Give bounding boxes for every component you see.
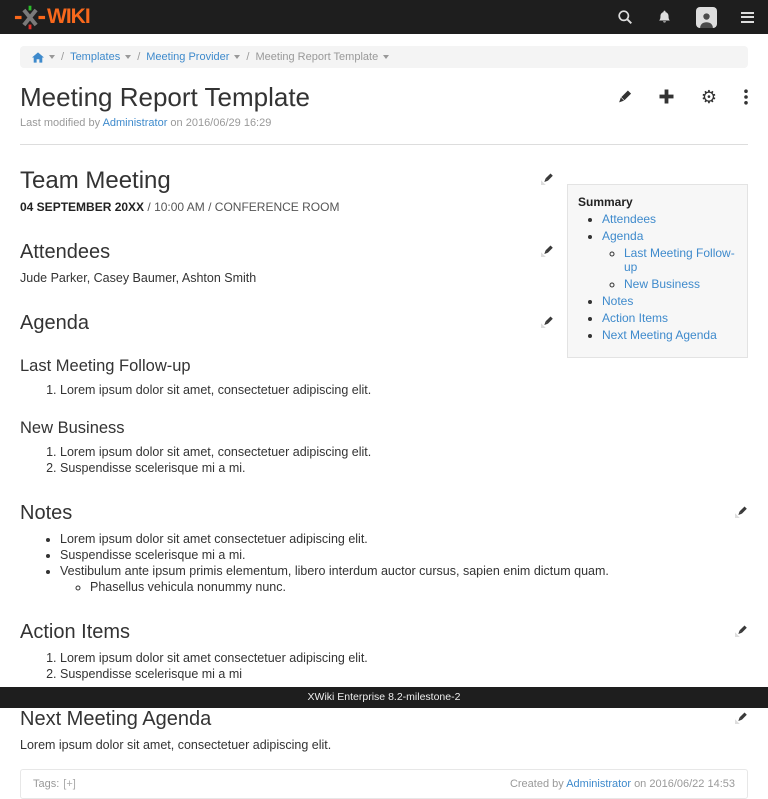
list-item: Suspendisse scelerisque mi a mi: [60, 667, 748, 681]
header-divider: [20, 144, 748, 145]
bell-icon[interactable]: [657, 9, 672, 25]
list-item: Suspendisse scelerisque mi a mi.: [60, 548, 748, 562]
breadcrumb-item-meeting-provider[interactable]: Meeting Provider: [146, 51, 229, 63]
summary-title: Summary: [578, 195, 737, 209]
more-actions-icon[interactable]: [744, 89, 748, 105]
xwiki-logo-text: WIKI: [47, 5, 90, 29]
toc-link-next-meeting[interactable]: Next Meeting Agenda: [602, 328, 717, 342]
version-footer: XWiki Enterprise 8.2-milestone-2: [0, 687, 768, 708]
toc-link-new-business[interactable]: New Business: [624, 277, 700, 291]
section-edit-pencil-icon[interactable]: [541, 244, 554, 262]
search-icon[interactable]: [617, 9, 633, 25]
doc-info-bar: Tags: [+] Created by Administrator on 20…: [20, 769, 748, 799]
heading-action-items: Action Items: [20, 621, 130, 644]
gear-icon[interactable]: ⚙: [701, 88, 717, 106]
list-item: Lorem ipsum dolor sit amet, consectetuer…: [60, 383, 748, 397]
section-edit-pencil-icon[interactable]: [735, 711, 748, 729]
xwiki-logo-x-icon: [14, 5, 46, 30]
heading-follow-up: Last Meeting Follow-up: [20, 357, 191, 376]
toc-link-action-items[interactable]: Action Items: [602, 311, 668, 325]
toc-link-notes[interactable]: Notes: [602, 294, 633, 308]
section-edit-pencil-icon[interactable]: [541, 172, 554, 190]
heading-new-business: New Business: [20, 419, 125, 438]
breadcrumb-item-current: Meeting Report Template: [255, 51, 378, 63]
avatar[interactable]: [696, 7, 717, 28]
created-line: Created by Administrator on 2016/06/22 1…: [510, 778, 735, 790]
toc-link-follow-up[interactable]: Last Meeting Follow-up: [624, 246, 735, 274]
heading-notes: Notes: [20, 502, 72, 525]
list-item: Phasellus vehicula nonummy nunc.: [90, 580, 748, 594]
modified-by-user-link[interactable]: Administrator: [103, 117, 168, 129]
page-title: Meeting Report Template: [20, 82, 310, 113]
list-item: Attendees: [602, 212, 737, 226]
summary-box: Summary Attendees Agenda Last Meeting Fo…: [567, 184, 748, 358]
list-item: Agenda Last Meeting Follow-up New Busine…: [602, 229, 737, 292]
list-item: Lorem ipsum dolor sit amet consectetuer …: [60, 532, 748, 546]
list-item: Last Meeting Follow-up: [624, 246, 737, 275]
list-item: Notes: [602, 294, 737, 308]
toc-link-attendees[interactable]: Attendees: [602, 212, 656, 226]
list-item: Lorem ipsum dolor sit amet, consectetuer…: [60, 445, 748, 459]
breadcrumb-home-icon[interactable]: [32, 52, 44, 63]
heading-attendees: Attendees: [20, 241, 110, 264]
doc-title: Team Meeting: [20, 167, 171, 195]
breadcrumb: / Templates / Meeting Provider / Meeting…: [20, 46, 748, 68]
heading-agenda: Agenda: [20, 312, 89, 335]
list-item: New Business: [624, 277, 737, 291]
section-edit-pencil-icon[interactable]: [735, 624, 748, 642]
add-tag-button[interactable]: [+]: [63, 778, 76, 790]
breadcrumb-item-templates[interactable]: Templates: [70, 51, 120, 63]
list-item: Next Meeting Agenda: [602, 328, 737, 342]
document-content: Summary Attendees Agenda Last Meeting Fo…: [0, 167, 768, 752]
heading-next-meeting: Next Meeting Agenda: [20, 708, 211, 731]
xwiki-logo[interactable]: WIKI: [14, 5, 90, 30]
hamburger-icon[interactable]: [741, 12, 754, 23]
version-text: XWiki Enterprise 8.2-milestone-2: [308, 691, 461, 703]
tags-label: Tags:: [33, 778, 59, 790]
next-meeting-text: Lorem ipsum dolor sit amet, consectetuer…: [20, 738, 748, 752]
chevron-down-icon[interactable]: [49, 55, 55, 59]
chevron-down-icon[interactable]: [383, 55, 389, 59]
section-edit-pencil-icon[interactable]: [735, 505, 748, 523]
top-navbar: WIKI: [0, 0, 768, 34]
toc-link-agenda[interactable]: Agenda: [602, 229, 643, 243]
list-item: Action Items: [602, 311, 737, 325]
list-item: Suspendisse scelerisque mi a mi.: [60, 461, 748, 475]
section-edit-pencil-icon[interactable]: [541, 315, 554, 333]
edit-button[interactable]: [616, 89, 632, 105]
list-item: Vestibulum ante ipsum primis elementum, …: [60, 564, 748, 594]
create-button[interactable]: [659, 89, 674, 104]
created-by-user-link[interactable]: Administrator: [566, 778, 631, 790]
last-modified-line: Last modified by Administrator on 2016/0…: [20, 117, 748, 129]
chevron-down-icon[interactable]: [234, 55, 240, 59]
chevron-down-icon[interactable]: [125, 55, 131, 59]
list-item: Lorem ipsum dolor sit amet consectetuer …: [60, 651, 748, 665]
